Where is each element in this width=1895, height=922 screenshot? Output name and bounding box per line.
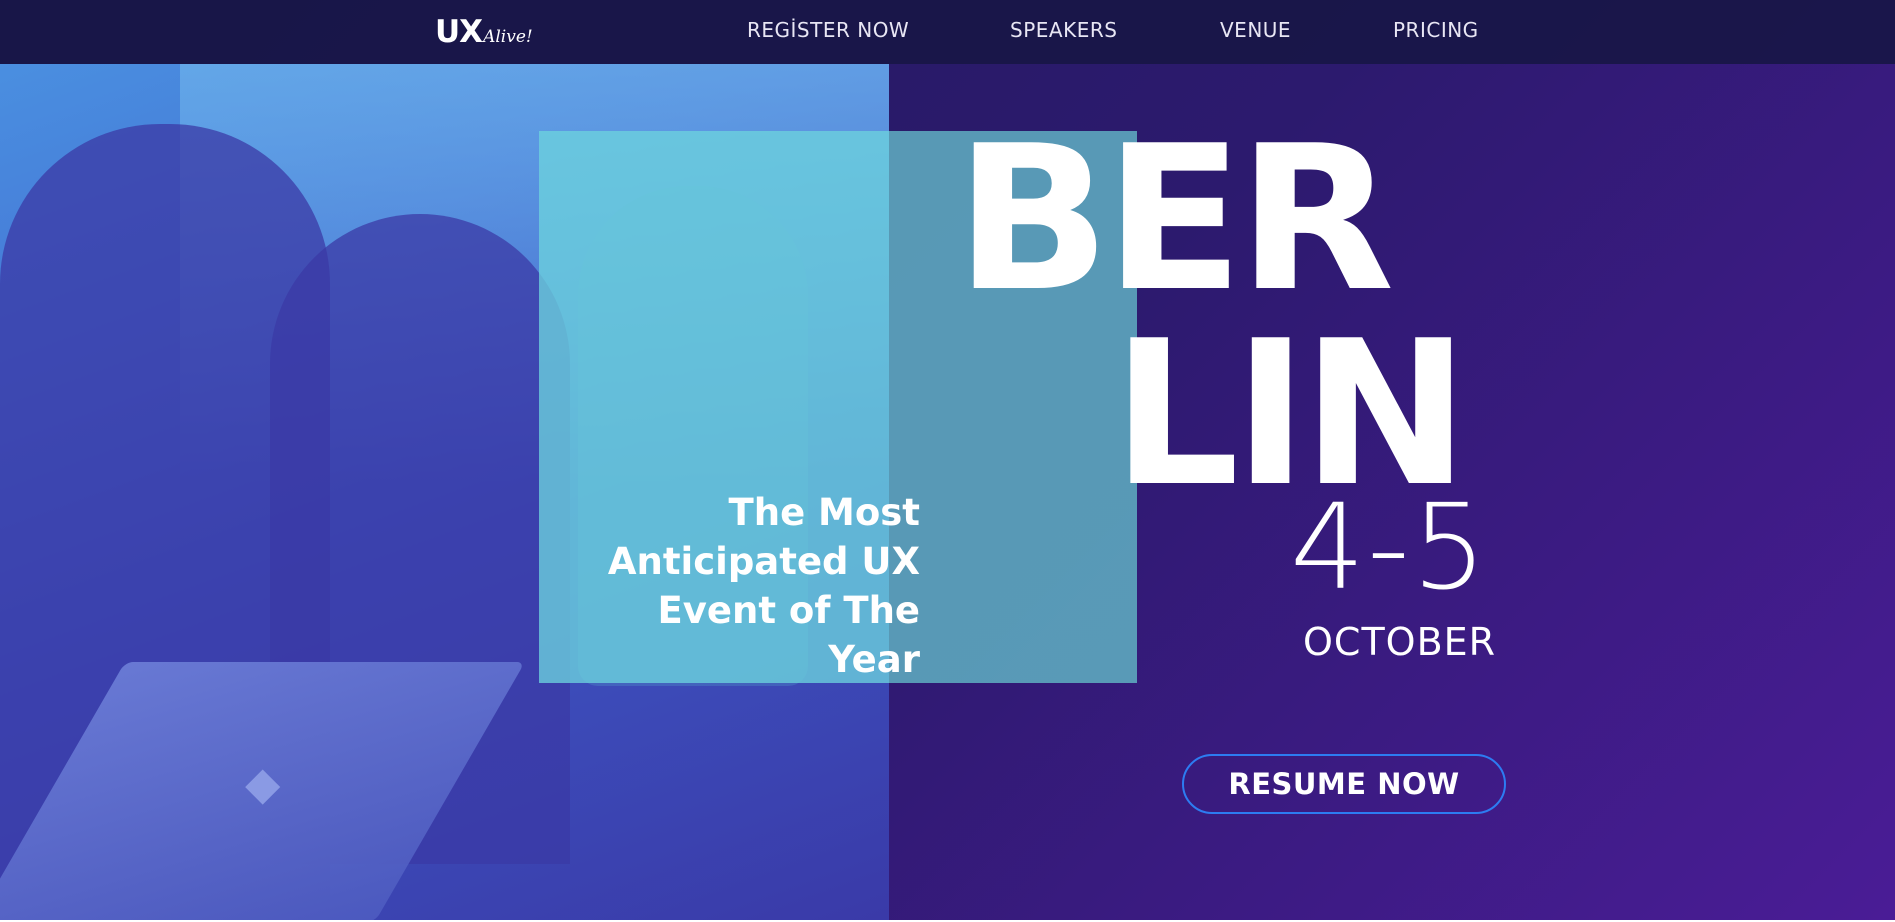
hero-section: ◆ The Most Anticipated UX Event of The Y… [0, 0, 1895, 920]
brand-logo[interactable]: UX Alive! [435, 14, 533, 54]
apple-logo-icon: ◆ [245, 756, 281, 810]
event-dates: 4-5 [1290, 478, 1489, 616]
top-navbar: UX Alive! REGİSTER NOW SPEAKERS VENUE PR… [0, 0, 1895, 64]
event-month: OCTOBER [1303, 620, 1497, 664]
nav-register-now[interactable]: REGİSTER NOW [747, 18, 909, 42]
city-name-line-1: BER [955, 103, 1395, 336]
nav-venue[interactable]: VENUE [1220, 18, 1291, 42]
logo-script-text: Alive! [483, 27, 533, 47]
hero-tagline: The Most Anticipated UX Event of The Yea… [607, 491, 920, 681]
logo-main-text: UX [435, 14, 483, 50]
nav-speakers[interactable]: SPEAKERS [1010, 18, 1117, 42]
resume-now-button[interactable]: RESUME NOW [1182, 754, 1506, 814]
nav-pricing[interactable]: PRICING [1393, 18, 1479, 42]
